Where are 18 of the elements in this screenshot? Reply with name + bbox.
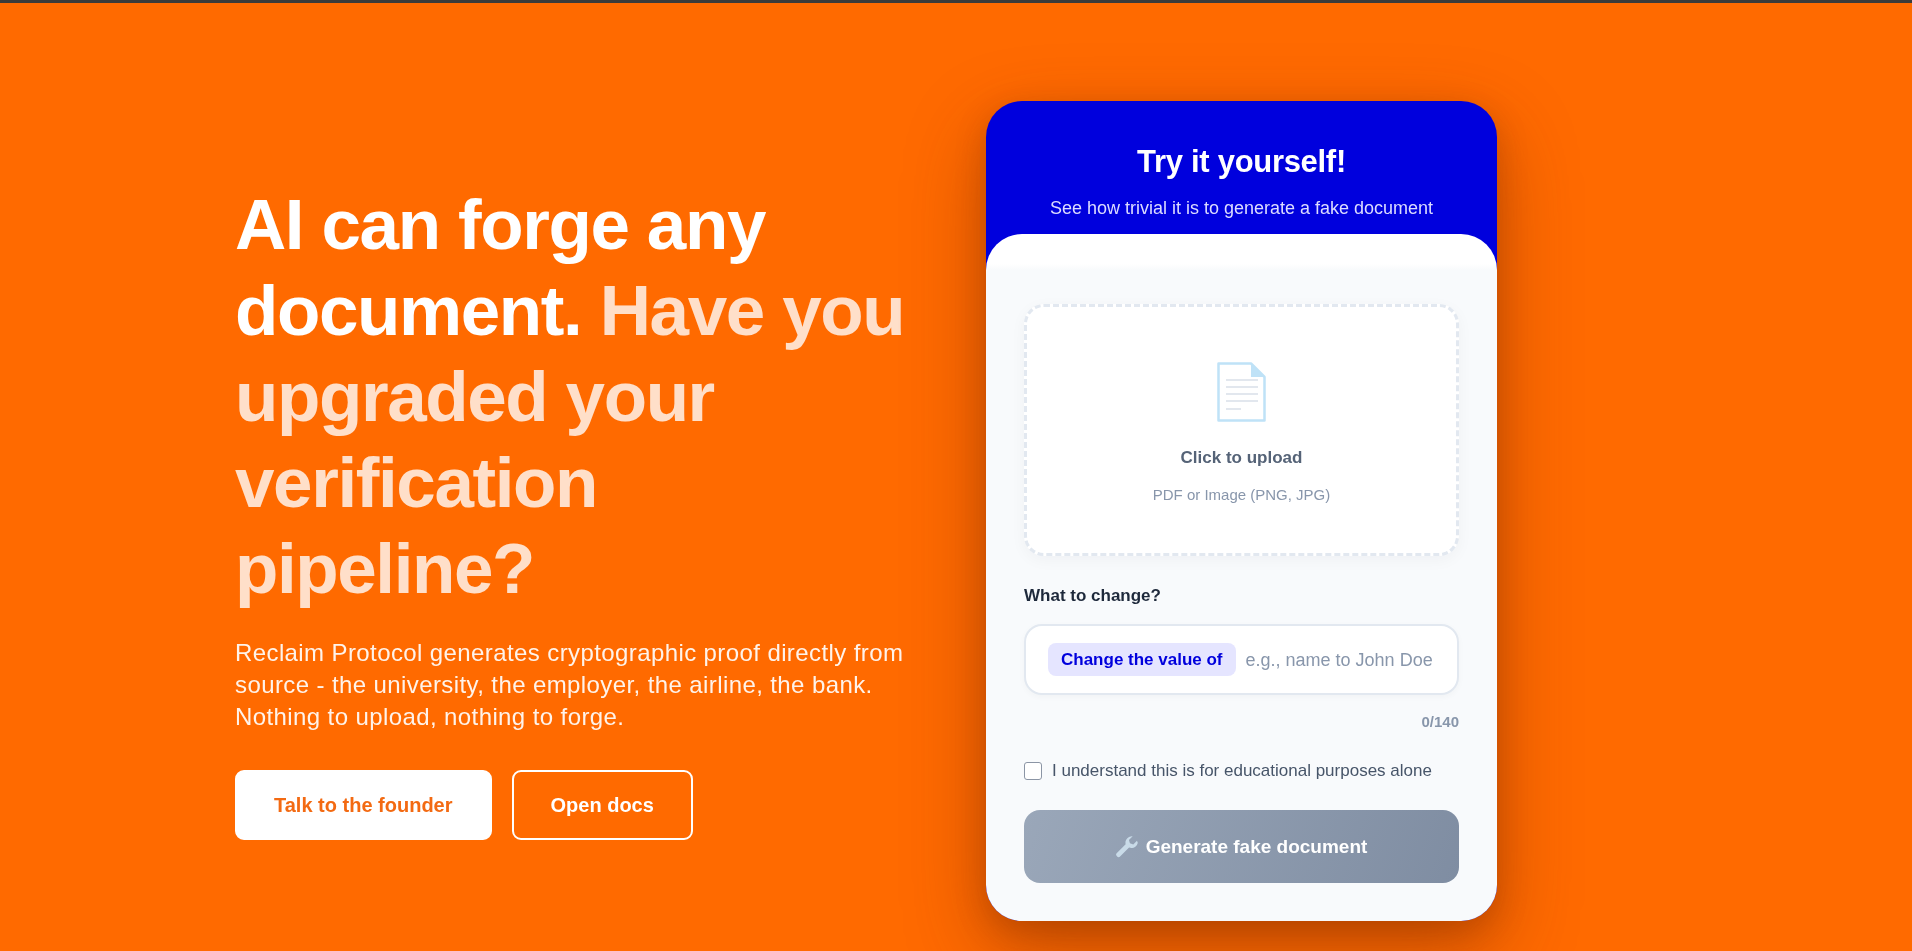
open-docs-button[interactable]: Open docs [511, 770, 693, 840]
card-subtitle: See how trivial it is to generate a fake document [1048, 197, 1435, 220]
hero-heading: AI can forge any document. Have you upgraded your verification pipeline? [235, 184, 906, 610]
character-counter: 0/140 [1420, 713, 1459, 731]
field-label: What to change? [1024, 585, 1162, 607]
talk-to-founder-button[interactable]: Talk to the founder [235, 770, 492, 840]
prefix-tag: Change the value of [1048, 643, 1236, 676]
upload-hint: PDF or Image (PNG, JPG) [1152, 485, 1331, 505]
upload-label: Click to upload [1180, 447, 1303, 469]
consent-checkbox[interactable] [1024, 762, 1042, 780]
card-title: Try it yourself! [1136, 144, 1347, 180]
upload-dropzone[interactable]: Click to upload PDF or Image (PNG, JPG) [1024, 304, 1459, 556]
wrench-icon [1115, 835, 1138, 858]
text-input[interactable]: e.g., name to John Doe [1245, 647, 1445, 672]
consent-label: I understand this is for educational purposes alone [1052, 760, 1432, 782]
hero-description: Reclaim Protocol generates cryptographic proof directly from source - the university, the employer, the airline, the bank. Nothing to upload, nothing to forge. [235, 638, 905, 732]
change-input-field[interactable]: Change the value of e.g., name to John Doe [1024, 624, 1459, 695]
document-icon [1217, 362, 1266, 422]
